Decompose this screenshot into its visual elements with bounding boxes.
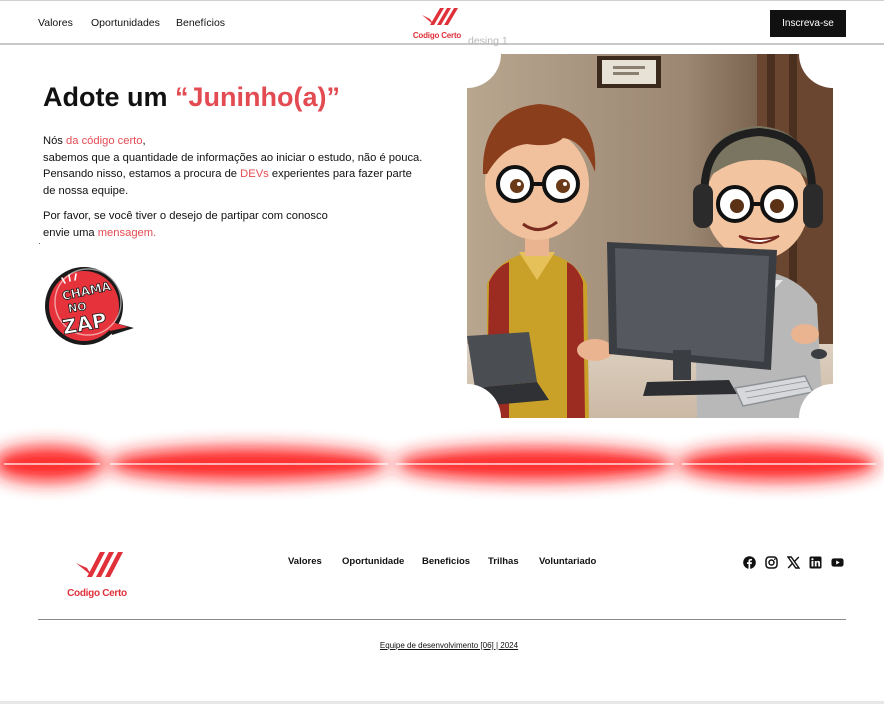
stray-dot [39, 243, 40, 244]
footer-nav-trilhas[interactable]: Trilhas [488, 556, 519, 567]
company-link[interactable]: da código certo [66, 135, 143, 147]
hero-title: Adote um “Juninho(a)” [43, 82, 340, 113]
nav-beneficios[interactable]: Benefícios [176, 17, 225, 29]
footer-nav-beneficios[interactable]: Beneficios [422, 556, 470, 567]
footer-nav-oportunidade[interactable]: Oportunidade [342, 556, 404, 567]
nav-valores[interactable]: Valores [38, 17, 73, 29]
hero-paragraph-1: Nós da código certo, sabemos que a quant… [43, 133, 422, 199]
subscribe-button[interactable]: Inscreva-se [770, 10, 846, 37]
youtube-icon[interactable] [831, 556, 844, 569]
text-fragment: envie uma [43, 226, 98, 239]
artboard-label: desing 1 [468, 35, 508, 47]
message-link[interactable]: mensagem. [98, 227, 156, 239]
header-logo[interactable]: Codigo Certo [410, 5, 464, 41]
site-header: Valores Oportunidades Benefícios Codigo … [0, 1, 884, 47]
facebook-icon[interactable] [743, 556, 756, 569]
hero-paragraph-2: Por favor, se você tiver o desejo de par… [43, 208, 328, 241]
x-icon[interactable] [787, 556, 800, 569]
devs-highlight: DEVs [240, 168, 269, 180]
text-fragment: Pensando nisso, estamos a procura de [43, 168, 241, 180]
nav-oportunidades[interactable]: Oportunidades [91, 17, 160, 29]
logo-mark-icon [76, 552, 123, 577]
paragraph-line: Por favor, se você tiver o desejo de par… [43, 210, 328, 222]
footer-logo[interactable]: Codigo Certo [64, 548, 130, 604]
hero-title-accent: “Juninho(a)” [175, 82, 340, 112]
text-fragment: , [142, 135, 146, 147]
hero-illustration [467, 54, 833, 418]
decorative-glow-divider [0, 446, 878, 482]
whatsapp-badge-icon[interactable]: CHAMA NO ZAP [42, 265, 138, 347]
logo-mark-icon [422, 8, 458, 25]
hero-title-prefix: Adote um [43, 82, 168, 112]
logo-text: Codigo Certo [67, 588, 127, 599]
footer-divider [38, 619, 846, 620]
logo-text: Codigo Certo [412, 31, 462, 40]
paragraph-line: sabemos que a quantidade de informações … [43, 151, 423, 164]
text-fragment: Nós [43, 135, 67, 147]
copyright-text[interactable]: Equipe de desenvolvimento [06] | 2024 [0, 641, 884, 650]
paragraph-line: de nossa equipe. [43, 184, 129, 197]
instagram-icon[interactable] [765, 556, 778, 569]
footer-nav-valores[interactable]: Valores [288, 556, 322, 567]
footer-nav-voluntariado[interactable]: Voluntariado [539, 556, 596, 567]
linkedin-icon[interactable] [809, 556, 822, 569]
text-fragment: experientes para fazer parte [268, 168, 412, 180]
